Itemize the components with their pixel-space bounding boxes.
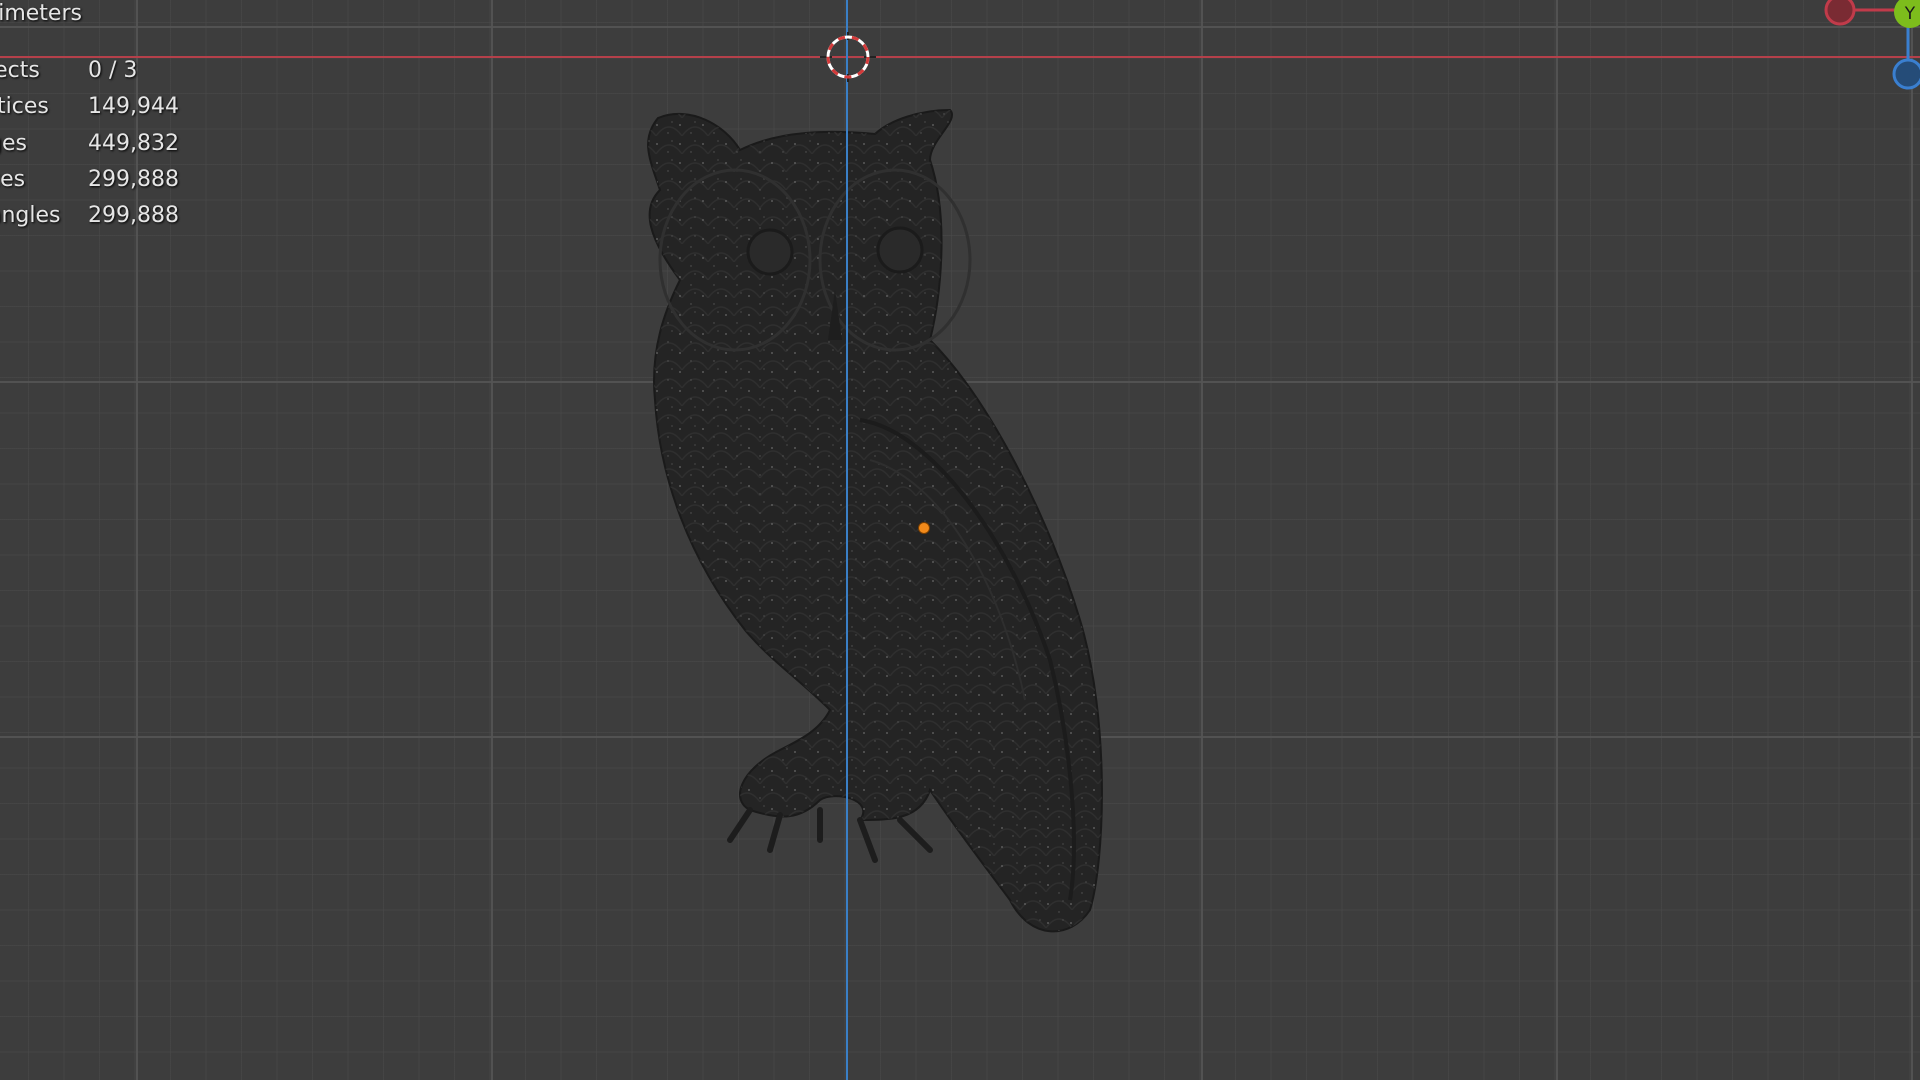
x-axis-line (0, 56, 1920, 58)
gizmo-neg-z-icon (1892, 58, 1920, 90)
gizmo-neg-x-icon (1824, 0, 1856, 26)
gizmo-y-label: Y (1904, 4, 1916, 24)
stat-label: rtices (0, 94, 49, 120)
stat-label: jects (0, 58, 40, 83)
unit-scale-label: llimeters (0, 1, 82, 26)
stat-label: ces (0, 166, 26, 192)
stat-value: 299,888 (88, 203, 179, 229)
3d-viewport[interactable]: Y llimeters jects 0 / 3 rtices 149,944 g… (0, 0, 1920, 1080)
stat-value: 449,832 (88, 130, 179, 156)
owl-right-eye (876, 226, 924, 274)
stat-value: 149,944 (88, 94, 179, 120)
owl-mesh-object[interactable] (630, 100, 1190, 1030)
owl-silhouette (647, 108, 1103, 933)
3d-cursor-icon[interactable] (820, 32, 876, 82)
stat-value: 299,888 (88, 166, 179, 192)
stat-label: ges (0, 130, 27, 156)
z-axis-line (846, 0, 848, 1080)
owl-left-eye (746, 228, 794, 276)
stat-value: 0 / 3 (88, 58, 138, 83)
stat-label: angles (0, 203, 61, 229)
object-origin-point (918, 522, 930, 534)
navigation-gizmo[interactable]: Y (1800, 0, 1920, 100)
